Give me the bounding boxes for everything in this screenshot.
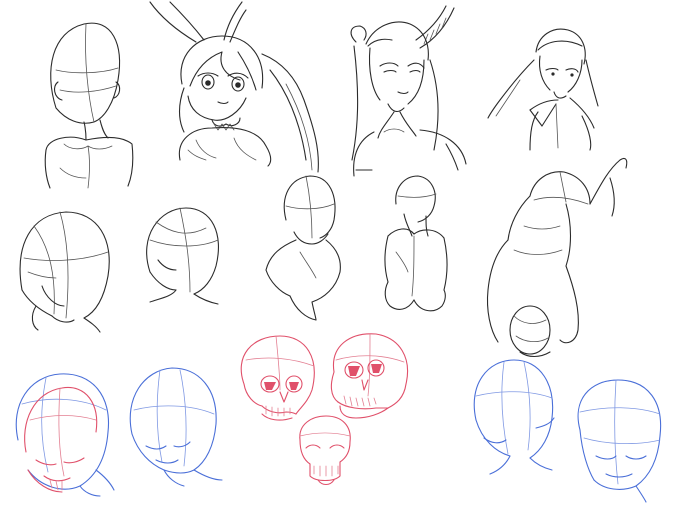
bunny-ear-girl-portrait <box>149 1 319 173</box>
head-construction-downward-tilt <box>129 367 223 487</box>
sketch-sheet <box>0 0 680 530</box>
head-construction-upward-tilt <box>473 359 555 475</box>
head-and-shoulders-from-behind <box>265 175 341 321</box>
bald-mannequin-bust <box>44 22 134 189</box>
horned-girl-portrait <box>350 5 467 177</box>
head-construction-front-view <box>577 379 662 503</box>
foreshortened-figure-from-above <box>486 157 628 358</box>
girl-with-headband-portrait <box>487 28 599 151</box>
skull-three-quarter-right <box>330 333 408 419</box>
skull-three-quarter-left <box>240 335 315 421</box>
head-construction-looking-down <box>15 373 115 497</box>
torso-from-behind <box>384 175 448 312</box>
head-construction-back-view <box>146 207 219 305</box>
skull-from-below <box>299 415 351 486</box>
sketch-canvas <box>15 1 662 503</box>
head-construction-three-quarter <box>19 211 110 333</box>
